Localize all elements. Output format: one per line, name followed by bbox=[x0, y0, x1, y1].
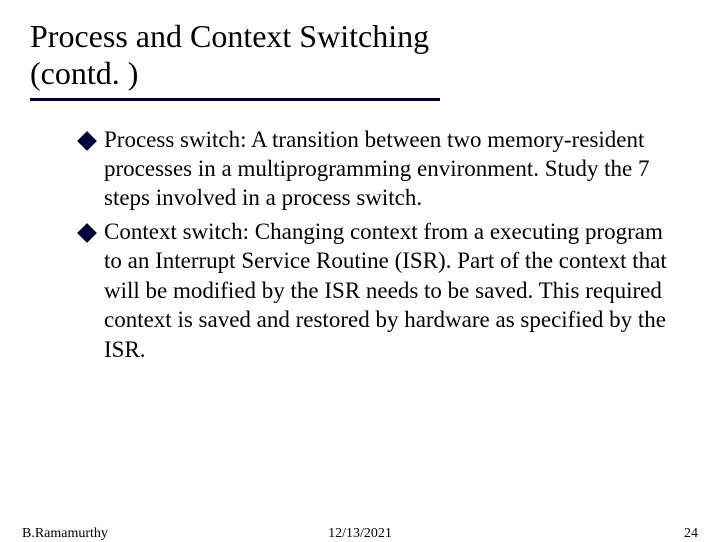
title-underline bbox=[30, 98, 440, 101]
title-line-1: Process and Context Switching bbox=[30, 18, 429, 54]
title-line-2: (contd. ) bbox=[30, 55, 138, 91]
bullet-text: Context switch: Changing context from a … bbox=[104, 217, 670, 364]
list-item: Process switch: A transition between two… bbox=[80, 125, 670, 213]
slide-title: Process and Context Switching (contd. ) bbox=[30, 18, 690, 92]
diamond-bullet-icon bbox=[77, 131, 97, 151]
bullet-text: Process switch: A transition between two… bbox=[104, 125, 670, 213]
diamond-bullet-icon bbox=[77, 223, 97, 243]
list-item: Context switch: Changing context from a … bbox=[80, 217, 670, 364]
bullet-list: Process switch: A transition between two… bbox=[30, 125, 690, 365]
